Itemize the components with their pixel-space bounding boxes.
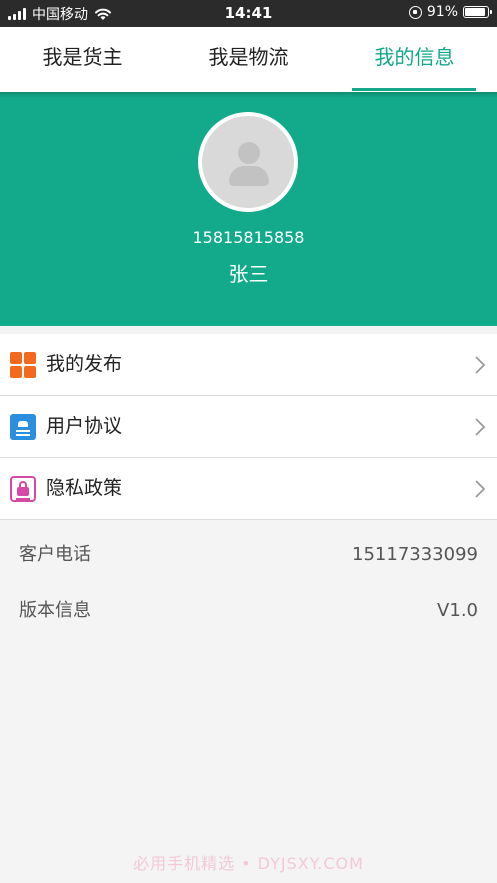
menu-list: 我的发布 用户协议 隐私政策 [0,334,497,520]
chevron-right-icon [475,356,486,374]
tab-logistics[interactable]: 我是物流 [166,27,331,92]
battery-percent: 91% [426,4,458,20]
active-tab-indicator [352,88,476,91]
avatar-body-shape [229,166,269,186]
profile-phone: 15815815858 [192,228,305,247]
menu-item-label: 我的发布 [46,353,123,375]
battery-icon [463,6,492,18]
tab-shipper[interactable]: 我是货主 [0,27,165,92]
profile-header: 15815815858 张三 [0,92,497,326]
rotation-lock-icon [408,5,422,19]
status-right: 91% [408,4,492,20]
profile-name: 张三 [228,262,269,286]
version-row: 版本信息 V1.0 [0,581,497,637]
info-key: 版本信息 [19,600,91,621]
chevron-right-icon [475,418,486,436]
info-value: V1.0 [437,600,478,621]
info-value: 15117333099 [352,544,478,565]
customer-phone-row[interactable]: 客户电话 15117333099 [0,525,497,581]
default-avatar-icon [238,142,260,164]
info-key: 客户电话 [19,544,91,565]
tab-shadow [0,92,497,98]
grid-icon [10,352,36,378]
chevron-right-icon [475,480,486,498]
status-bar: 中国移动 14:41 91% [0,0,497,27]
menu-item-label: 用户协议 [46,415,123,437]
top-tab-bar: 我是货主 我是物流 我的信息 [0,27,497,92]
menu-item-privacy-policy[interactable]: 隐私政策 [0,458,497,520]
menu-item-label: 隐私政策 [46,477,123,499]
tab-my-info[interactable]: 我的信息 [332,27,497,92]
watermark: 必用手机精选 • DYJSXY.COM [133,854,364,873]
document-icon [10,414,36,440]
menu-item-user-agreement[interactable]: 用户协议 [0,396,497,458]
lock-icon [10,476,36,502]
info-section: 客户电话 15117333099 版本信息 V1.0 [0,525,497,637]
avatar[interactable] [198,112,298,212]
menu-item-my-posts[interactable]: 我的发布 [0,334,497,396]
